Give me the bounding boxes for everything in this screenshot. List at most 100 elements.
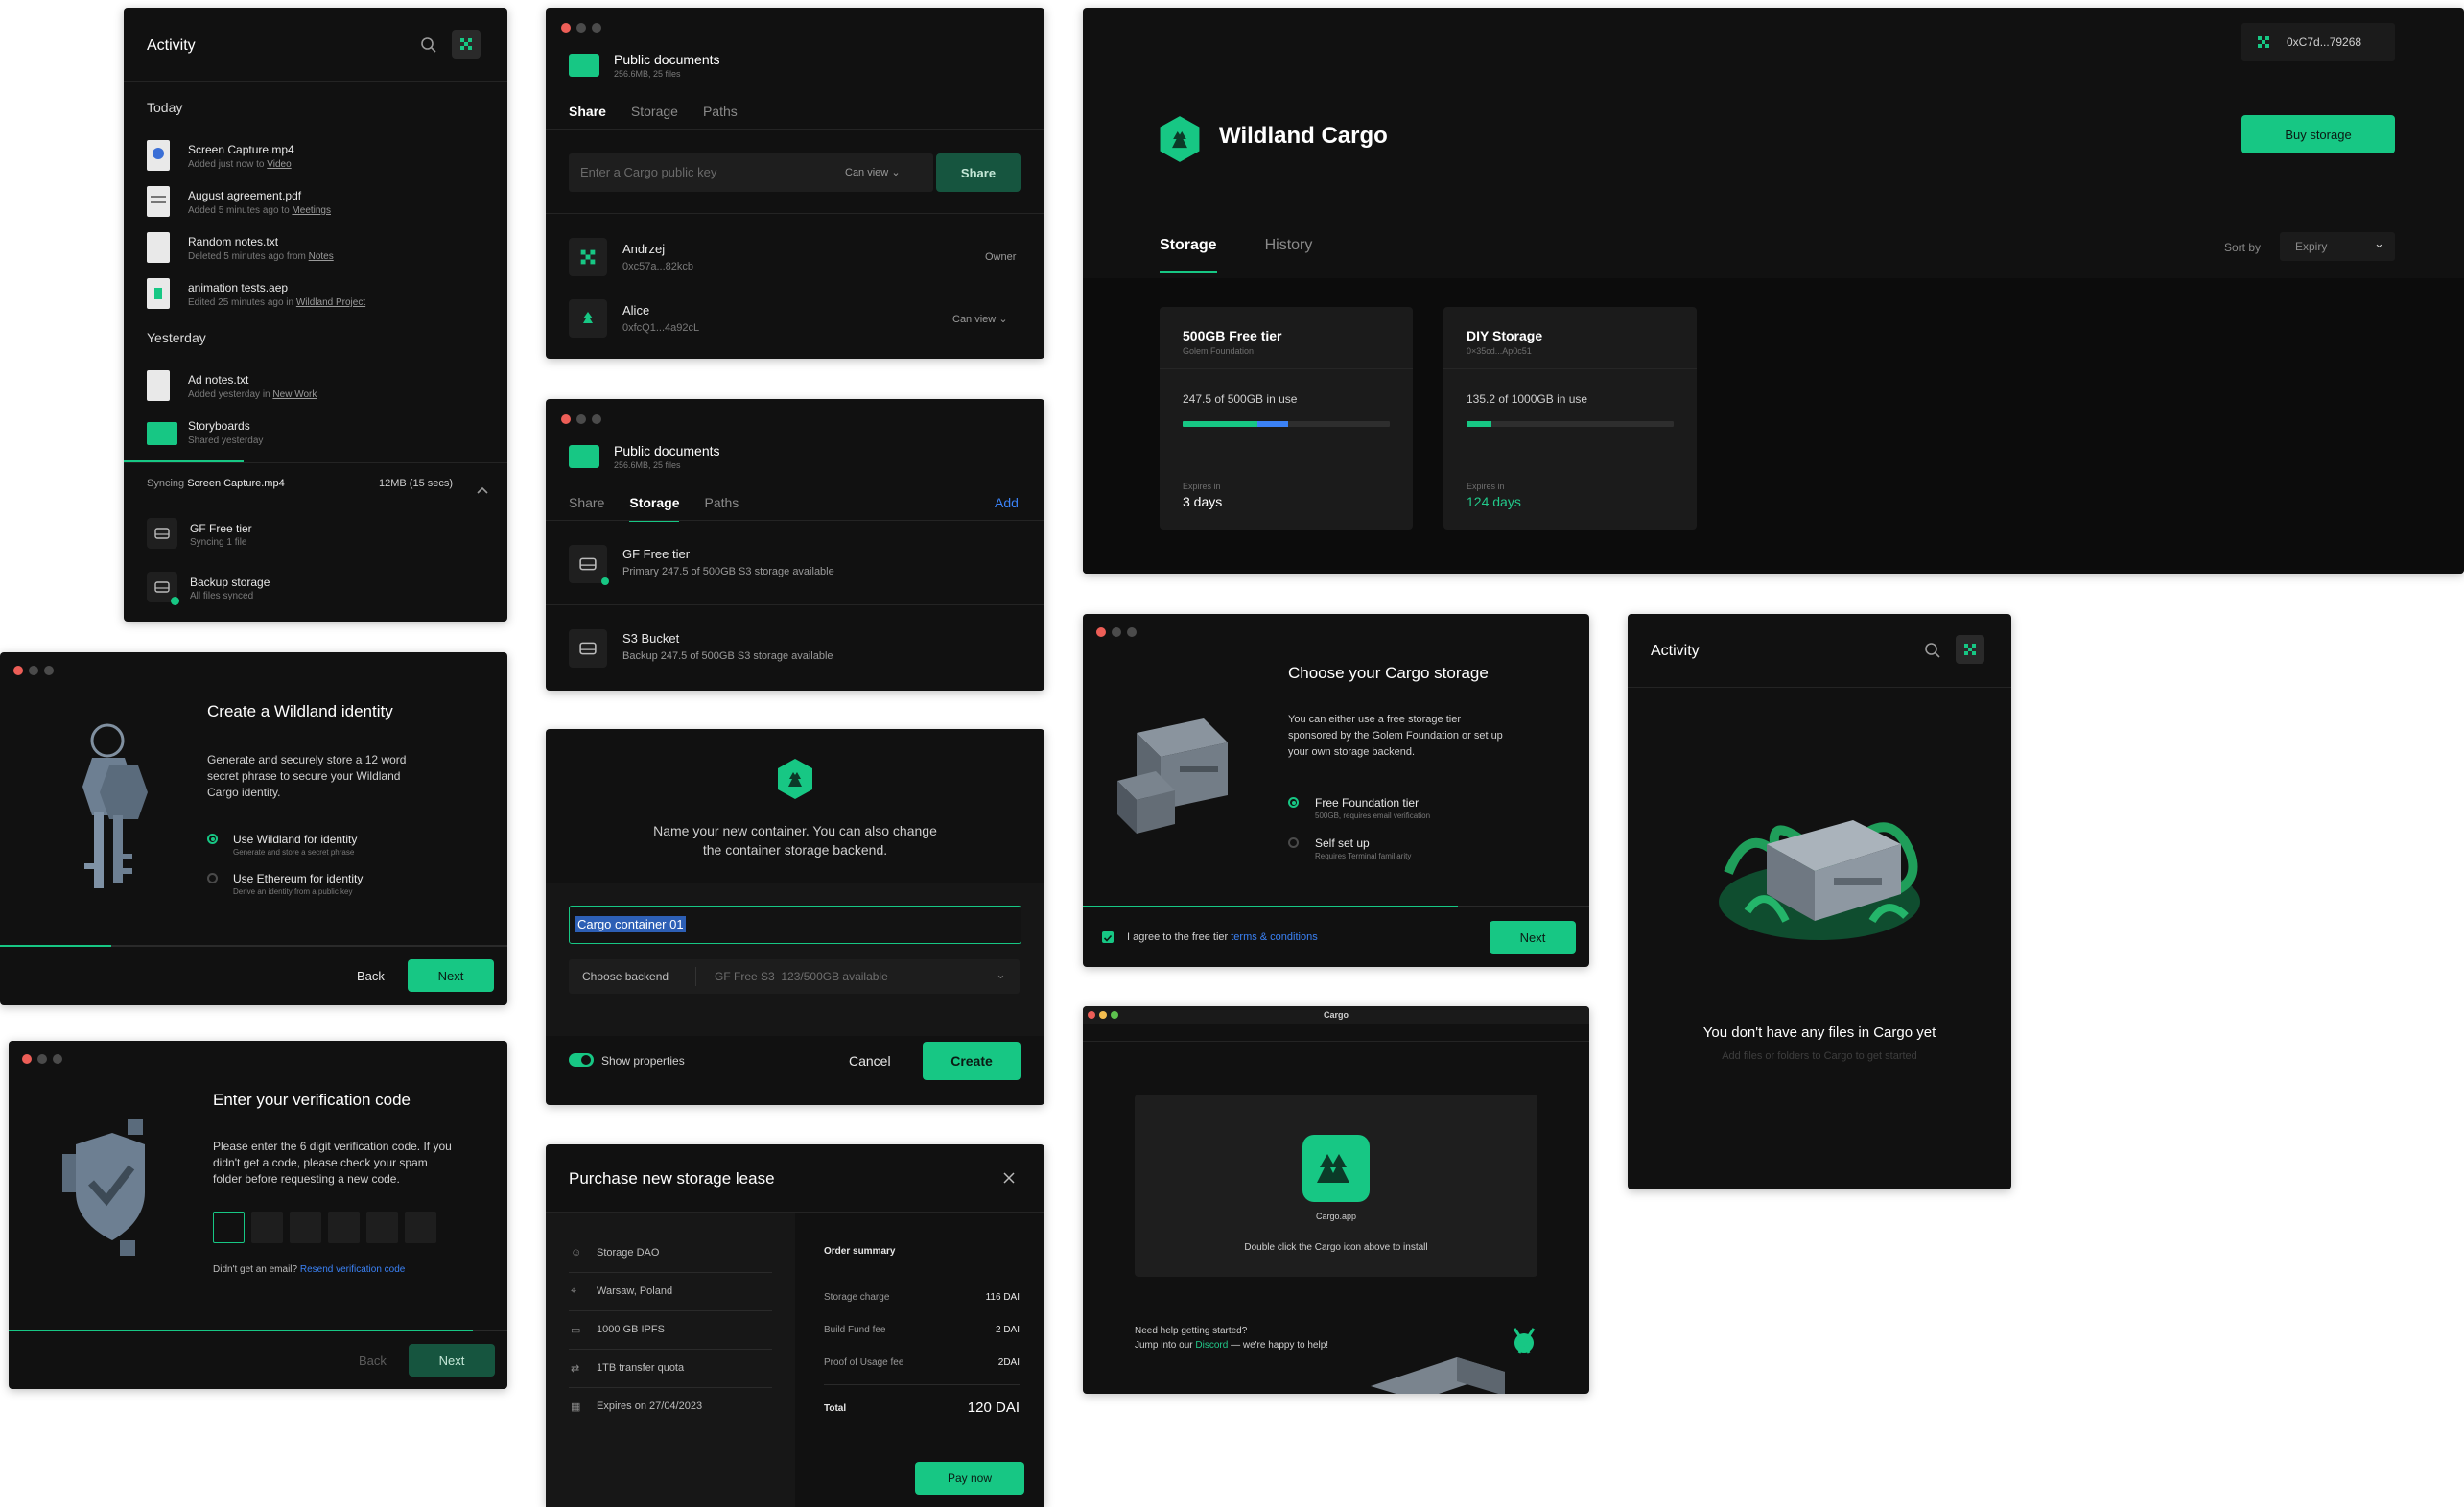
close-dot[interactable] — [13, 666, 23, 675]
tab-storage[interactable]: Storage — [1160, 237, 1217, 273]
close-dot[interactable] — [22, 1054, 32, 1064]
folder-link[interactable]: Wildland Project — [296, 297, 365, 308]
radio-ethereum[interactable] — [207, 873, 218, 883]
sort-select[interactable]: Expiry ⌄ — [2280, 232, 2395, 261]
install-panel: Cargo Cargo.app Double click the Cargo i… — [1083, 1006, 1589, 1394]
keys-illustration — [54, 719, 159, 907]
activity-item[interactable]: Storyboards Shared yesterday — [147, 412, 473, 451]
resend-link[interactable]: Resend verification code — [300, 1264, 406, 1275]
container-name-input[interactable]: Cargo container 01 — [569, 906, 1021, 944]
tab-share[interactable]: Share — [569, 104, 606, 130]
code-digit-4[interactable] — [328, 1212, 360, 1243]
activity-item[interactable]: Screen Capture.mp4 Added just now to Vid… — [147, 136, 473, 175]
search-icon[interactable] — [420, 36, 437, 59]
create-button[interactable]: Create — [923, 1042, 1021, 1080]
minimize-dot[interactable] — [576, 23, 586, 33]
close-dot[interactable] — [1096, 627, 1106, 637]
maximize-dot[interactable] — [592, 414, 601, 424]
activity-item[interactable]: animation tests.aep Edited 25 minutes ag… — [147, 274, 473, 313]
divider — [1443, 368, 1697, 369]
close-icon[interactable] — [1002, 1171, 1016, 1189]
show-properties-toggle[interactable] — [569, 1053, 594, 1067]
public-key-input[interactable]: Enter a Cargo public key Can view ⌄ — [569, 153, 933, 192]
code-digit-5[interactable] — [366, 1212, 398, 1243]
back-button[interactable]: Back — [357, 969, 385, 983]
detail-expiry: Expires on 27/04/2023 — [597, 1401, 703, 1412]
add-storage-link[interactable]: Add — [995, 495, 1019, 510]
code-digit-1[interactable] — [213, 1212, 245, 1243]
code-digit-3[interactable] — [290, 1212, 321, 1243]
total-label: Total — [824, 1403, 847, 1414]
share-panel: Public documents 256.6MB, 25 files Share… — [546, 8, 1044, 359]
radio-wildland[interactable] — [207, 834, 218, 844]
minimize-dot[interactable] — [29, 666, 38, 675]
maximize-dot[interactable] — [592, 23, 601, 33]
folder-link[interactable]: Notes — [309, 251, 334, 262]
sync-item[interactable]: Backup storage All files synced — [147, 568, 473, 606]
window-controls — [1096, 627, 1137, 637]
folder-link[interactable]: Video — [267, 159, 291, 170]
radio-self-setup[interactable] — [1288, 837, 1299, 848]
terms-link[interactable]: terms & conditions — [1231, 931, 1317, 943]
tab-share[interactable]: Share — [569, 495, 604, 510]
next-button[interactable]: Next — [409, 1344, 495, 1377]
location-icon: ⌖ — [571, 1285, 577, 1297]
tab-storage[interactable]: Storage — [629, 495, 680, 522]
close-dot[interactable] — [561, 414, 571, 424]
chevron-down-icon: ⌄ — [996, 967, 1006, 981]
code-digit-6[interactable] — [405, 1212, 436, 1243]
discord-link[interactable]: Discord — [1195, 1340, 1228, 1351]
section-today: Today — [147, 100, 183, 115]
tab-paths[interactable]: Paths — [704, 495, 739, 510]
search-icon[interactable] — [1924, 642, 1941, 664]
activity-item[interactable]: Ad notes.txt Added yesterday in New Work — [147, 366, 473, 405]
tab-history[interactable]: History — [1265, 237, 1313, 262]
next-button[interactable]: Next — [1490, 921, 1576, 954]
maximize-dot[interactable] — [1127, 627, 1137, 637]
activity-item[interactable]: August agreement.pdf Added 5 minutes ago… — [147, 182, 473, 221]
storage-card[interactable]: 500GB Free tier Golem Foundation 247.5 o… — [1160, 307, 1413, 530]
permission-select[interactable]: Can view ⌄ — [845, 166, 901, 178]
buy-storage-button[interactable]: Buy storage — [2241, 115, 2395, 153]
maximize-dot[interactable] — [53, 1054, 62, 1064]
expires-value: 124 days — [1467, 494, 1521, 509]
minimize-dot[interactable] — [37, 1054, 47, 1064]
storage-card[interactable]: DIY Storage 0×35cd...Ap0c51 135.2 of 100… — [1443, 307, 1697, 530]
radio-free-tier[interactable] — [1288, 797, 1299, 808]
tab-paths[interactable]: Paths — [703, 104, 738, 119]
next-button[interactable]: Next — [408, 959, 494, 992]
folder-link[interactable]: New Work — [272, 389, 317, 400]
option-sub: Derive an identity from a public key — [233, 887, 353, 896]
agree-checkbox[interactable] — [1102, 931, 1114, 943]
cancel-button[interactable]: Cancel — [849, 1053, 891, 1069]
maximize-dot[interactable] — [44, 666, 54, 675]
cargo-app-icon[interactable] — [1302, 1135, 1370, 1202]
folder-link[interactable]: Meetings — [292, 205, 331, 216]
detail-location: Warsaw, Poland — [597, 1285, 673, 1297]
sync-item[interactable]: GF Free tier Syncing 1 file — [147, 514, 473, 553]
account-avatar-icon[interactable] — [452, 30, 481, 59]
account-avatar-icon[interactable] — [1956, 635, 1984, 664]
share-button[interactable]: Share — [936, 153, 1021, 192]
help-line-2: Jump into our Discord — we're happy to h… — [1135, 1340, 1329, 1351]
pay-now-button[interactable]: Pay now — [915, 1462, 1024, 1495]
usage-fill-primary — [1467, 421, 1491, 427]
sort-value: Expiry — [2295, 240, 2328, 253]
progress-fill — [1083, 906, 1458, 907]
choose-title: Choose your Cargo storage — [1288, 664, 1489, 682]
code-digit-2[interactable] — [251, 1212, 283, 1243]
summary-row-value: 2 DAI — [995, 1325, 1020, 1335]
close-dot[interactable] — [561, 23, 571, 33]
backend-select[interactable]: Choose backend GF Free S3 123/500GB avai… — [569, 959, 1020, 994]
tab-storage[interactable]: Storage — [631, 104, 678, 119]
usage-bar — [1183, 421, 1390, 427]
activity-item[interactable]: Random notes.txt Deleted 5 minutes ago f… — [147, 228, 473, 267]
storage-panel: Public documents 256.6MB, 25 files Share… — [546, 399, 1044, 691]
user-role-select[interactable]: Can view ⌄ — [952, 313, 1008, 325]
minimize-dot[interactable] — [1112, 627, 1121, 637]
file-sub: Deleted 5 minutes ago from Notes — [188, 251, 334, 262]
minimize-dot[interactable] — [576, 414, 586, 424]
collapse-chevron-icon[interactable] — [477, 482, 488, 499]
back-button[interactable]: Back — [359, 1354, 387, 1368]
address-chip[interactable]: 0xC7d...79268 — [2241, 23, 2395, 61]
